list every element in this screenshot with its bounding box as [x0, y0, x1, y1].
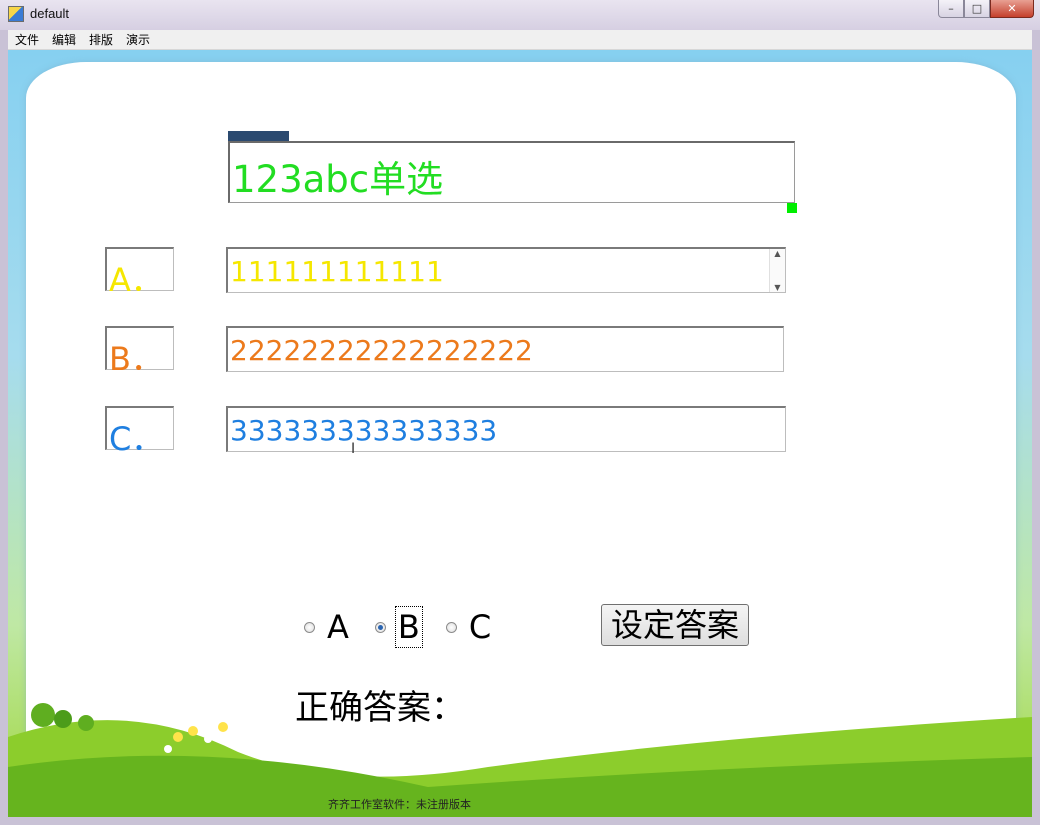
radio-b-label[interactable]: B: [394, 606, 423, 648]
radio-c-label[interactable]: C: [467, 607, 493, 647]
option-a-text: 111111111111: [230, 255, 444, 288]
menu-file[interactable]: 文件: [8, 31, 45, 48]
option-c-label: C．: [105, 406, 174, 458]
option-c-field[interactable]: 333333333333333: [226, 406, 786, 452]
menu-present[interactable]: 演示: [119, 31, 156, 48]
app-icon: [8, 6, 24, 22]
option-b-label: B．: [105, 326, 174, 378]
window-controls: – □ ✕: [938, 0, 1034, 20]
resize-handle[interactable]: [787, 203, 797, 213]
option-b-field[interactable]: 22222222222222222: [226, 326, 784, 372]
option-a-field[interactable]: 111111111111 ▲ ▼: [226, 247, 786, 293]
option-a-label: A．: [105, 247, 174, 299]
option-b-text: 22222222222222222: [230, 334, 533, 367]
question-title-field[interactable]: 123abc单选: [228, 141, 795, 203]
radio-a[interactable]: [304, 621, 315, 633]
scroll-up-icon[interactable]: ▲: [774, 249, 780, 258]
option-a-scrollbar[interactable]: ▲ ▼: [769, 249, 785, 292]
question-title-text: 123abc单选: [232, 158, 444, 201]
radio-a-label[interactable]: A: [325, 607, 351, 647]
close-button[interactable]: ✕: [990, 0, 1034, 18]
maximize-button[interactable]: □: [964, 0, 990, 18]
title-bar: default – □ ✕: [0, 0, 1040, 30]
menu-layout[interactable]: 排版: [82, 31, 119, 48]
footer-status: 齐齐工作室软件：未注册版本: [328, 798, 471, 811]
menu-bar: 文件 编辑 排版 演示: [8, 30, 1032, 50]
slide-canvas: 123abc单选 A． 111111111111 ▲ ▼ B． 22222222…: [8, 50, 1032, 817]
radio-b[interactable]: [374, 621, 386, 633]
scroll-down-icon[interactable]: ▼: [774, 283, 780, 292]
title-drag-handle[interactable]: [228, 131, 289, 141]
option-c-text: 333333333333333: [230, 414, 498, 447]
menu-edit[interactable]: 编辑: [45, 31, 82, 48]
text-cursor-icon: I: [351, 441, 356, 457]
window-title: default: [30, 6, 70, 21]
minimize-button[interactable]: –: [938, 0, 964, 18]
radio-c[interactable]: [445, 621, 457, 633]
answer-radio-group: A B C: [304, 605, 517, 649]
set-answer-button[interactable]: 设定答案: [601, 604, 749, 646]
hills-decoration: [8, 703, 1032, 817]
correct-answer-label: 正确答案：: [295, 688, 465, 728]
